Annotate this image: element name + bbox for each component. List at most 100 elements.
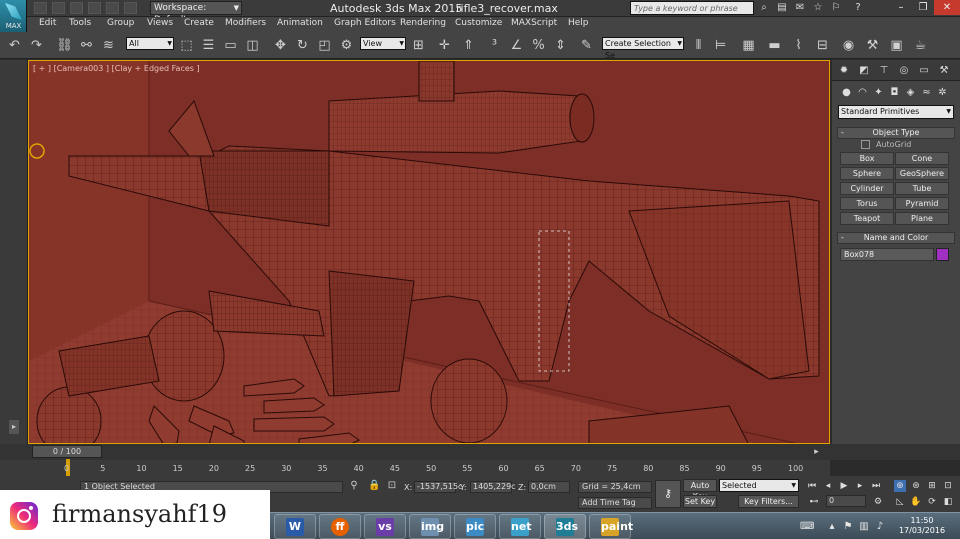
create-tab-icon[interactable]: ✹ <box>836 63 852 78</box>
auto-key-button[interactable]: Auto Key <box>683 479 717 501</box>
utilities-tab-icon[interactable]: ⚒ <box>936 63 952 78</box>
object-name-field[interactable]: Box078 <box>840 248 934 261</box>
menu-edit[interactable]: Edit <box>39 18 56 28</box>
track-bar[interactable] <box>0 460 830 476</box>
torus-button[interactable]: Torus <box>840 197 894 210</box>
field-of-view-icon[interactable]: ◺ <box>894 496 906 508</box>
shapes-icon[interactable]: ◠ <box>856 86 869 99</box>
zoom-all-icon[interactable]: ⊛ <box>910 480 922 492</box>
volume-icon[interactable]: ♪ <box>874 521 886 533</box>
systems-icon[interactable]: ✲ <box>936 86 949 99</box>
set-key-icon[interactable]: ⚷ <box>655 480 681 508</box>
select-manipulate-icon[interactable]: ✛ <box>436 37 453 54</box>
network-tray-icon[interactable]: ▥ <box>858 521 870 533</box>
box-button[interactable]: Box <box>840 152 894 165</box>
taskbar-photos[interactable]: pic <box>454 514 496 539</box>
selection-filter-dropdown[interactable]: All ▼ <box>126 37 174 50</box>
rectangular-selection-icon[interactable]: ▭ <box>222 37 239 54</box>
menu-views[interactable]: Views <box>147 18 173 28</box>
search-input[interactable]: Type a keyword or phrase <box>630 1 754 15</box>
action-center-icon[interactable]: ⚑ <box>842 521 854 533</box>
favorites-icon[interactable]: ☆ <box>812 2 824 14</box>
cone-button[interactable]: Cone <box>895 152 949 165</box>
key-mode-toggle-icon[interactable]: ⊷ <box>808 496 820 508</box>
render-production-icon[interactable]: ☕ <box>912 37 929 54</box>
menu-group[interactable]: Group <box>107 18 134 28</box>
taskbar-paint[interactable]: paint <box>589 514 633 539</box>
previous-frame-icon[interactable]: ◂ <box>822 480 834 492</box>
motion-tab-icon[interactable]: ◎ <box>896 63 912 78</box>
menu-rendering[interactable]: Rendering <box>400 18 446 28</box>
subscription-icon[interactable]: ▤ <box>776 2 788 14</box>
bind-space-warp-icon[interactable]: ≋ <box>100 37 117 54</box>
render-setup-icon[interactable]: ⚒ <box>864 37 881 54</box>
menu-customize[interactable]: Customize <box>455 18 502 28</box>
spinner-snap-icon[interactable]: ⇕ <box>552 37 569 54</box>
menu-create[interactable]: Create <box>184 18 214 28</box>
reference-coordinate-dropdown[interactable]: View ▼ <box>360 37 406 50</box>
hierarchy-tab-icon[interactable]: ⊤ <box>876 63 892 78</box>
show-hidden-icons-icon[interactable]: ▴ <box>826 521 838 533</box>
add-time-tag-button[interactable]: Add Time Tag <box>578 497 652 509</box>
system-clock[interactable]: 11:50 17/03/2016 <box>897 516 947 536</box>
communication-center-icon[interactable]: ✉ <box>794 2 806 14</box>
close-button[interactable]: ✕ <box>934 0 960 15</box>
go-to-end-icon[interactable]: ⏭ <box>870 480 882 492</box>
lights-icon[interactable]: ✦ <box>872 86 885 99</box>
autogrid-checkbox[interactable] <box>861 140 870 149</box>
orbit-icon[interactable]: ⟳ <box>926 496 938 508</box>
menu-help[interactable]: Help <box>568 18 589 28</box>
current-frame-field[interactable]: 0 <box>826 495 866 507</box>
zoom-extents-icon[interactable]: ⊞ <box>926 480 938 492</box>
edit-named-selection-icon[interactable]: ✎ <box>578 37 595 54</box>
link-icon[interactable]: ⛓ <box>56 37 73 54</box>
search-icon[interactable]: ⌕ <box>758 2 770 14</box>
go-to-start-icon[interactable]: ⏮ <box>806 480 818 492</box>
taskbar-word[interactable]: W <box>274 514 316 539</box>
zoom-icon[interactable]: ⊕ <box>894 480 906 492</box>
select-object-icon[interactable]: ⬚ <box>178 37 195 54</box>
object-type-rollout[interactable]: - Object Type <box>837 127 955 139</box>
menu-tools[interactable]: Tools <box>69 18 91 28</box>
rotate-icon[interactable]: ↻ <box>294 37 311 54</box>
rendered-frame-window-icon[interactable]: ▣ <box>888 37 905 54</box>
pyramid-button[interactable]: Pyramid <box>895 197 949 210</box>
camera-viewport[interactable]: [ + ] [Camera003 ] [Clay + Edged Faces ] <box>28 60 830 444</box>
keyboard-shortcut-override-icon[interactable]: ⇑ <box>460 37 477 54</box>
key-filters-button[interactable]: Key Filters... <box>738 495 799 508</box>
pan-icon[interactable]: ✋ <box>910 496 922 508</box>
layer-explorer-icon[interactable]: ▦ <box>740 37 757 54</box>
play-icon[interactable]: ▶ <box>838 480 850 492</box>
modify-tab-icon[interactable]: ◩ <box>856 63 872 78</box>
z-coordinate-field[interactable]: 0,0cm <box>528 481 570 493</box>
cameras-icon[interactable]: ◘ <box>888 86 901 99</box>
set-key-button[interactable]: Set Key <box>683 495 717 508</box>
redo-quick-button[interactable] <box>106 2 119 14</box>
time-slider[interactable]: 0 / 100 ▸ <box>0 444 960 460</box>
application-menu-button[interactable]: MAX <box>0 0 27 33</box>
sphere-button[interactable]: Sphere <box>840 167 894 180</box>
taskbar-firefox[interactable]: ff <box>319 514 361 539</box>
project-folder-button[interactable] <box>124 2 137 14</box>
selection-lock-icon[interactable]: 🔒 <box>368 480 380 492</box>
display-tab-icon[interactable]: ▭ <box>916 63 932 78</box>
teapot-button[interactable]: Teapot <box>840 212 894 225</box>
move-icon[interactable]: ✥ <box>272 37 289 54</box>
redo-icon[interactable]: ↷ <box>28 37 45 54</box>
keyboard-icon[interactable]: ⌨ <box>800 521 814 533</box>
maximize-button[interactable]: ❐ <box>912 0 934 15</box>
save-file-button[interactable] <box>70 2 83 14</box>
undo-icon[interactable]: ↶ <box>6 37 23 54</box>
help-icon[interactable]: ? <box>852 2 864 14</box>
taskbar-network[interactable]: net <box>499 514 541 539</box>
menu-animation[interactable]: Animation <box>277 18 323 28</box>
align-icon[interactable]: ⊨ <box>712 37 729 54</box>
percent-snap-icon[interactable]: % <box>530 37 547 54</box>
cylinder-button[interactable]: Cylinder <box>840 182 894 195</box>
geosphere-button[interactable]: GeoSphere <box>895 167 949 180</box>
undo-quick-button[interactable] <box>88 2 101 14</box>
open-file-button[interactable] <box>52 2 65 14</box>
zoom-extents-all-icon[interactable]: ⊡ <box>942 480 954 492</box>
slider-next-icon[interactable]: ▸ <box>808 444 825 459</box>
name-and-color-rollout[interactable]: - Name and Color <box>837 232 955 244</box>
